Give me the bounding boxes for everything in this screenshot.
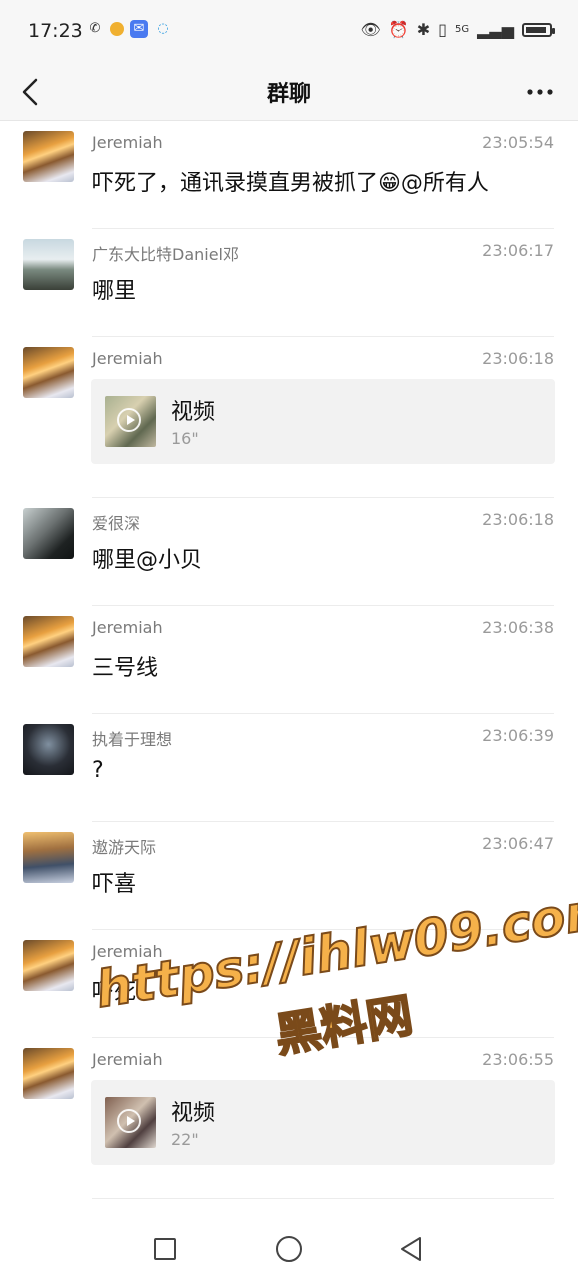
message-item[interactable]: 爱很深 23:06:18 哪里@小贝	[0, 498, 578, 606]
avatar[interactable]	[23, 1048, 74, 1099]
message-text: 哪里@小贝	[92, 548, 203, 573]
avatar[interactable]	[23, 239, 74, 290]
avatar[interactable]	[23, 508, 74, 559]
vibrate-icon: ▯	[438, 20, 447, 39]
divider	[92, 1198, 554, 1199]
sender-name: 广东大比特Daniel邓	[92, 245, 240, 264]
video-thumbnail[interactable]	[105, 396, 156, 447]
video-card[interactable]: 视频 22"	[91, 1080, 555, 1165]
sender-name: Jeremiah	[92, 349, 163, 368]
alarm-icon: ⏰	[388, 20, 409, 39]
sender-name: Jeremiah	[92, 133, 163, 152]
message-item[interactable]: Jeremiah 23:06:18 视频 16"	[0, 337, 578, 498]
sender-name: 爱很深	[92, 514, 141, 533]
message-time: 23:06:18	[482, 349, 554, 368]
sender-name: 遨游天际	[92, 838, 157, 857]
message-item[interactable]: Jeremiah 吓死	[0, 930, 578, 1038]
more-options-button[interactable]	[524, 78, 556, 106]
message-list[interactable]: Jeremiah 23:05:54 吓死了，通讯录摸直男被抓了😁@所有人 广东大…	[0, 121, 578, 1217]
message-item[interactable]: Jeremiah 23:06:55 视频 22"	[0, 1038, 578, 1199]
eye-icon: 👁	[360, 20, 381, 39]
status-time: 17:23	[28, 20, 83, 42]
video-label: 视频	[171, 1101, 216, 1126]
system-icons: 👁 ⏰ ✱ ▯ 5G ▂▃▅	[360, 20, 555, 39]
home-button[interactable]	[276, 1236, 302, 1262]
bluetooth-icon: ✱	[416, 20, 431, 39]
message-text: ?	[92, 758, 104, 783]
message-time: 23:06:47	[482, 834, 554, 853]
mail-icon: ✉	[130, 20, 148, 38]
sender-name: 执着于理想	[92, 730, 173, 749]
video-thumbnail[interactable]	[105, 1097, 156, 1148]
avatar[interactable]	[23, 832, 74, 883]
status-bar: 17:23 ✆ ✉ ◌ 👁 ⏰ ✱ ▯ 5G ▂▃▅	[0, 0, 578, 64]
message-text: 吓死了，通讯录摸直男被抓了😁@所有人	[92, 171, 489, 196]
avatar[interactable]	[23, 347, 74, 398]
sync-icon: ◌	[157, 21, 169, 36]
navigation-bar	[0, 1219, 578, 1280]
message-item[interactable]: 广东大比特Daniel邓 23:06:17 哪里	[0, 229, 578, 337]
app-notification-icon	[110, 22, 124, 36]
message-text: 吓死	[92, 980, 137, 1005]
message-item[interactable]: 执着于理想 23:06:39 ?	[0, 714, 578, 822]
video-card[interactable]: 视频 16"	[91, 379, 555, 464]
message-item[interactable]: Jeremiah 23:05:54 吓死了，通讯录摸直男被抓了😁@所有人	[0, 121, 578, 229]
message-text: 三号线	[92, 656, 159, 681]
nav-back-button[interactable]	[398, 1235, 424, 1263]
avatar[interactable]	[23, 724, 74, 775]
avatar[interactable]	[23, 616, 74, 667]
sender-name: Jeremiah	[92, 618, 163, 637]
message-text: 哪里	[92, 279, 137, 304]
message-time: 23:06:38	[482, 618, 554, 637]
signal-icon: ▂▃▅	[477, 20, 514, 39]
message-time: 23:06:55	[482, 1050, 554, 1069]
sender-name: Jeremiah	[92, 942, 163, 961]
avatar[interactable]	[23, 940, 74, 991]
message-time: 23:06:17	[482, 241, 554, 260]
message-text: 吓喜	[92, 872, 137, 897]
message-item[interactable]: Jeremiah 23:06:38 三号线	[0, 606, 578, 714]
missed-call-icon: ✆	[89, 21, 101, 36]
video-label: 视频	[171, 400, 216, 425]
video-duration: 22"	[171, 1130, 199, 1149]
network-label: 5G	[454, 24, 470, 35]
message-item[interactable]: 遨游天际 23:06:47 吓喜	[0, 822, 578, 930]
sender-name: Jeremiah	[92, 1050, 163, 1069]
avatar[interactable]	[23, 131, 74, 182]
message-time: 23:05:54	[482, 133, 554, 152]
play-icon	[117, 1109, 141, 1133]
notification-icons: ✆ ✉ ◌	[86, 20, 172, 38]
recent-apps-button[interactable]	[154, 1238, 176, 1260]
message-time: 23:06:39	[482, 726, 554, 745]
video-duration: 16"	[171, 429, 199, 448]
battery-icon	[522, 22, 555, 37]
message-time: 23:06:18	[482, 510, 554, 529]
chat-header: 群聊	[0, 64, 578, 121]
chat-title: 群聊	[266, 82, 311, 107]
play-icon	[117, 408, 141, 432]
